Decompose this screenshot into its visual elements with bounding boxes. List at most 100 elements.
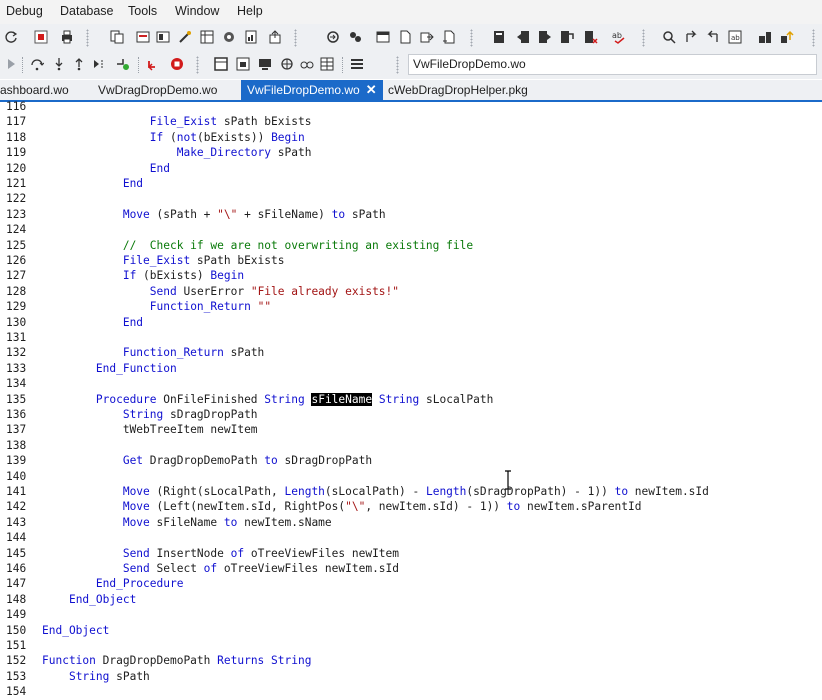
toolbar-grip[interactable]	[470, 29, 473, 47]
build-icon[interactable]	[758, 30, 772, 44]
watch-icon[interactable]	[116, 57, 130, 71]
code-line[interactable]: 148 End_Object	[0, 592, 822, 607]
toolbar-grip[interactable]	[812, 29, 815, 47]
code-line[interactable]: 152 Function DragDropDemoPath Returns Str…	[0, 653, 822, 668]
menu-debug[interactable]: Debug	[6, 4, 43, 18]
code-line[interactable]: 149	[0, 607, 822, 622]
settings-icon[interactable]	[222, 30, 236, 44]
toolbar-grip[interactable]	[294, 29, 297, 47]
code-line[interactable]: 117 File_Exist sPath bExists	[0, 114, 822, 129]
glasses-icon[interactable]	[300, 57, 314, 71]
code-line[interactable]: 138	[0, 438, 822, 453]
tab-vwdragdropdemo[interactable]: VwDragDropDemo.wo	[98, 80, 217, 100]
code-line[interactable]: 116	[0, 99, 822, 114]
code-line[interactable]: 119 Make_Directory sPath	[0, 145, 822, 160]
stop-debug-icon[interactable]	[170, 57, 184, 71]
code-line[interactable]: 145 Send InsertNode of oTreeViewFiles ne…	[0, 546, 822, 561]
menu-window[interactable]: Window	[175, 4, 219, 18]
play-icon[interactable]	[4, 57, 18, 71]
code-line[interactable]: 146 Send Select of oTreeViewFiles newIte…	[0, 561, 822, 576]
code-line[interactable]: 132 Function_Return sPath	[0, 345, 822, 360]
search-icon[interactable]	[662, 30, 676, 44]
code-line[interactable]: 139 Get DragDropDemoPath to sDragDropPat…	[0, 453, 822, 468]
code-line[interactable]: 140	[0, 469, 822, 484]
step-over-icon[interactable]	[30, 57, 44, 71]
copy-icon[interactable]	[110, 30, 124, 44]
new-file-icon[interactable]	[442, 30, 456, 44]
printer-icon[interactable]	[60, 30, 74, 44]
tab-cwebdragdrophelper[interactable]: cWebDragDropHelper.pkg	[388, 80, 528, 100]
next-bookmark-icon[interactable]	[538, 30, 552, 44]
run-to-cursor-icon[interactable]	[92, 57, 106, 71]
open-icon[interactable]	[420, 30, 434, 44]
workspace-combo[interactable]: VwFileDropDemo.wo	[408, 54, 817, 75]
clear-bookmark-icon[interactable]	[584, 30, 598, 44]
code-line[interactable]: 124	[0, 222, 822, 237]
window-icon[interactable]	[376, 30, 390, 44]
grid-icon[interactable]	[320, 57, 334, 71]
find-prev-icon[interactable]	[684, 30, 698, 44]
code-line[interactable]: 144	[0, 530, 822, 545]
bookmark-icon[interactable]	[492, 30, 506, 44]
code-line[interactable]: 134	[0, 376, 822, 391]
debug-view-icon[interactable]	[258, 57, 272, 71]
table-icon[interactable]	[200, 30, 214, 44]
refresh-icon[interactable]	[4, 30, 18, 44]
code-line[interactable]: 128 Send UserError "File already exists!…	[0, 284, 822, 299]
spellcheck-icon[interactable]: ab	[612, 30, 626, 44]
wizard-icon[interactable]	[178, 30, 192, 44]
goto-bookmark-icon[interactable]	[560, 30, 574, 44]
replace-icon[interactable]: ab	[728, 30, 742, 44]
code-line[interactable]: 127 If (bExists) Begin	[0, 268, 822, 283]
document-icon[interactable]	[398, 30, 412, 44]
code-line[interactable]: 147 End_Procedure	[0, 576, 822, 591]
code-line[interactable]: 153 String sPath	[0, 669, 822, 684]
code-line[interactable]: 126 File_Exist sPath bExists	[0, 253, 822, 268]
code-line[interactable]: 151	[0, 638, 822, 653]
code-line[interactable]: 133 End_Function	[0, 361, 822, 376]
code-line[interactable]: 150 End_Object	[0, 623, 822, 638]
menu-help[interactable]: Help	[237, 4, 263, 18]
globals-icon[interactable]	[280, 57, 294, 71]
run-icon[interactable]	[348, 30, 362, 44]
find-next-icon[interactable]	[706, 30, 720, 44]
report-icon[interactable]	[244, 30, 258, 44]
code-line[interactable]: 121 End	[0, 176, 822, 191]
code-line[interactable]: 129 Function_Return ""	[0, 299, 822, 314]
stop-icon[interactable]	[34, 30, 48, 44]
code-line[interactable]: 123 Move (sPath + "\" + sFileName) to sP…	[0, 207, 822, 222]
code-line[interactable]: 122	[0, 191, 822, 206]
compile-icon[interactable]	[326, 30, 340, 44]
code-line[interactable]: 131	[0, 330, 822, 345]
toolbar-grip[interactable]	[196, 56, 199, 74]
layout-icon[interactable]	[214, 57, 228, 71]
code-editor[interactable]: 116 117 File_Exist sPath bExists 118 If (n…	[0, 99, 822, 698]
code-line[interactable]: 135 Procedure OnFileFinished String sFil…	[0, 392, 822, 407]
form-icon[interactable]	[136, 30, 150, 44]
prev-bookmark-icon[interactable]	[516, 30, 530, 44]
code-line[interactable]: 130 End	[0, 315, 822, 330]
code-line[interactable]: 136 String sDragDropPath	[0, 407, 822, 422]
code-line[interactable]: 118 If (not(bExists)) Begin	[0, 130, 822, 145]
tab-vwfiledropdemo[interactable]: VwFileDropDemo.wo ✕	[241, 80, 383, 100]
code-line[interactable]: 120 End	[0, 161, 822, 176]
toolbar-grip[interactable]	[86, 29, 89, 47]
tab-dashboard[interactable]: ashboard.wo	[0, 80, 69, 100]
toolbar-grip[interactable]	[396, 56, 399, 74]
deploy-icon[interactable]	[780, 30, 794, 44]
code-line[interactable]: 142 Move (Left(newItem.sId, RightPos("\"…	[0, 499, 822, 514]
step-out-icon[interactable]	[72, 57, 86, 71]
dialog-icon[interactable]	[236, 57, 250, 71]
view-icon[interactable]	[156, 30, 170, 44]
export-icon[interactable]	[268, 30, 282, 44]
list-icon[interactable]	[350, 57, 364, 71]
restart-icon[interactable]	[146, 57, 160, 71]
menu-database[interactable]: Database	[60, 4, 114, 18]
toolbar-grip[interactable]	[642, 29, 645, 47]
close-icon[interactable]: ✕	[366, 80, 377, 100]
code-line[interactable]: 143 Move sFileName to newItem.sName	[0, 515, 822, 530]
code-line[interactable]: 141 Move (Right(sLocalPath, Length(sLoca…	[0, 484, 822, 499]
code-line[interactable]: 125 // Check if we are not overwriting a…	[0, 238, 822, 253]
menu-tools[interactable]: Tools	[128, 4, 157, 18]
code-line[interactable]: 137 tWebTreeItem newItem	[0, 422, 822, 437]
